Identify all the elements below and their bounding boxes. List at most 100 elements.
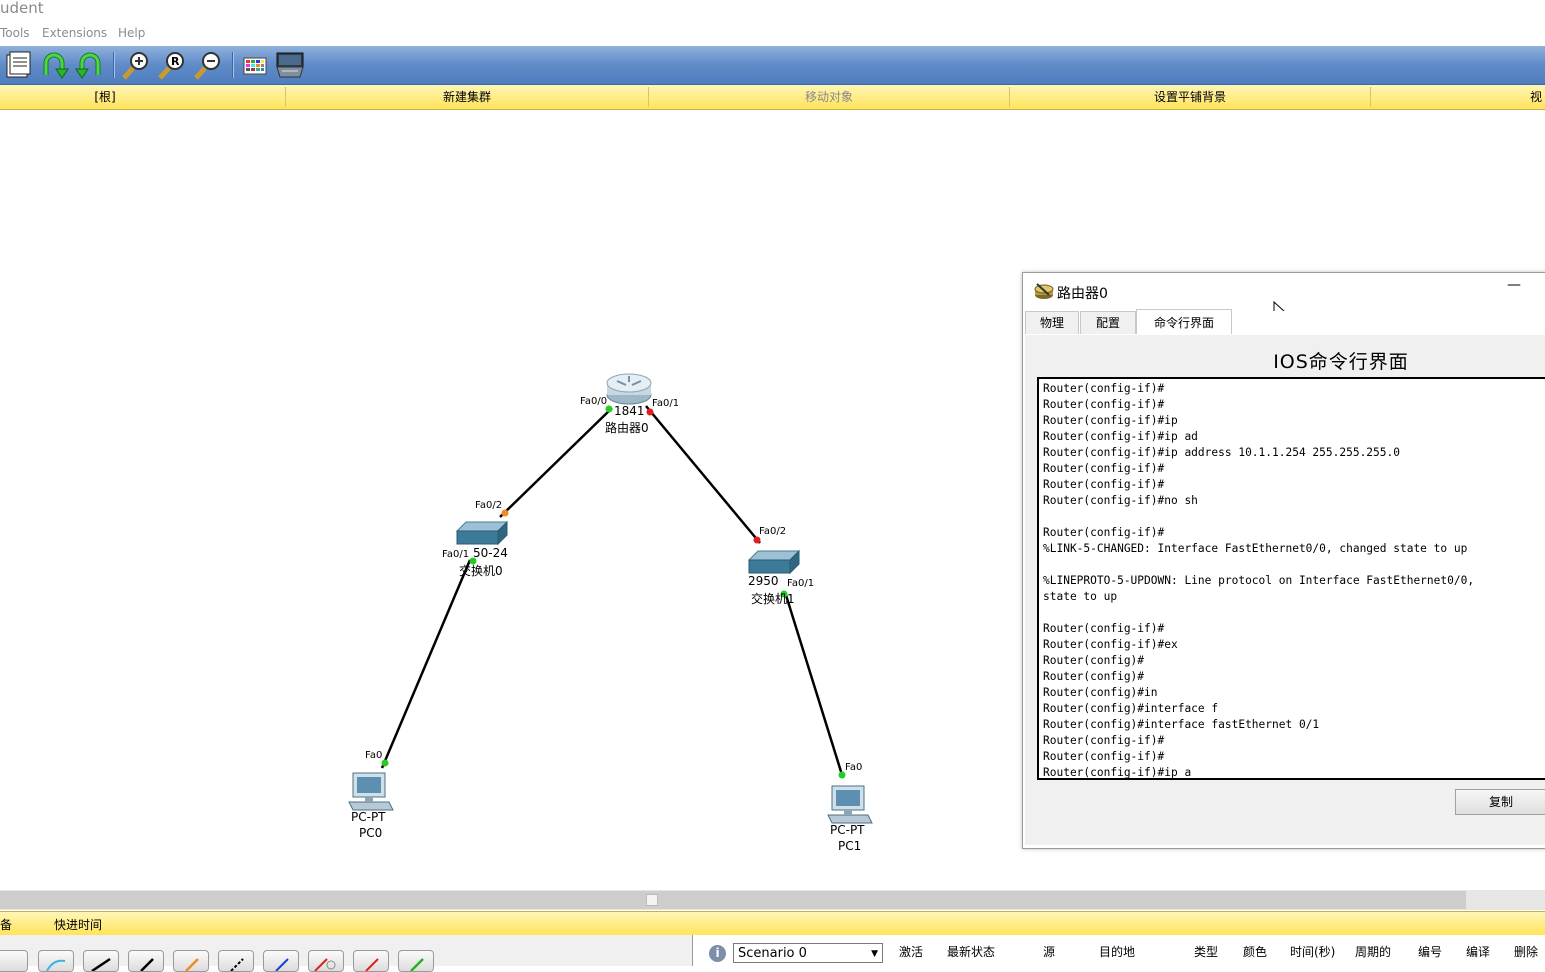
copy-button[interactable]: 复制: [1455, 789, 1545, 815]
switch1-model-label: 2950: [748, 574, 779, 588]
palette-icon[interactable]: [239, 49, 271, 81]
pdu-col-color: 颜色: [1243, 945, 1268, 959]
pc0-name-label[interactable]: PC0: [359, 826, 382, 840]
pc1-type-label: PC-PT: [830, 823, 865, 837]
switch1-port-fa02-label: Fa0/2: [759, 526, 787, 537]
switch1-icon: [747, 549, 801, 575]
router-port-fa00-label: Fa0/0: [580, 396, 608, 407]
window-title: udent: [0, 0, 44, 17]
cli-console[interactable]: Router(config-if)# Router(config-if)# Ro…: [1037, 377, 1545, 780]
realtime-mode-label[interactable]: 备: [0, 916, 12, 933]
pdu-col-destination: 目的地: [1099, 945, 1136, 959]
link-light-router-fa01: [646, 408, 654, 416]
zoom-in-icon[interactable]: [120, 49, 152, 81]
pdu-col-source: 源: [1043, 945, 1056, 959]
pdu-col-fire: 激活: [899, 945, 924, 959]
chevron-down-icon: ▼: [871, 949, 878, 959]
pdu-col-num: 编号: [1418, 945, 1443, 959]
router-config-dialog[interactable]: 路由器0 — 物理 配置 命令行界面 IOS命令行界面 Router(confi…: [1022, 272, 1545, 849]
tab-config[interactable]: 配置: [1080, 311, 1136, 334]
cable-coaxial-icon[interactable]: [263, 950, 299, 972]
move-object-button[interactable]: 移动对象: [649, 85, 1009, 109]
pc1-name-label[interactable]: PC1: [838, 839, 861, 853]
scenario-select[interactable]: Scenario 0 ▼: [733, 943, 883, 963]
cable-serial-dce-icon[interactable]: [308, 950, 344, 972]
router-icon: [606, 373, 652, 405]
undo-icon[interactable]: [38, 49, 70, 81]
workspace-scrollbar[interactable]: [0, 890, 1545, 910]
cable-serial-dte-icon[interactable]: [353, 950, 389, 972]
minimize-button[interactable]: —: [1507, 277, 1521, 293]
fast-forward-time-button[interactable]: 快进时间: [54, 916, 102, 933]
main-toolbar: R: [0, 46, 1545, 85]
switch0-port-fa02-label: Fa0/2: [475, 500, 503, 511]
cable-switch1-pc1: [783, 591, 845, 779]
redo-icon[interactable]: [74, 49, 106, 81]
toolbar-separator: [232, 52, 234, 78]
pc1-icon: [827, 785, 873, 824]
router-window-icon: [1034, 283, 1054, 299]
root-button[interactable]: [根]: [0, 85, 210, 109]
scenario-panel: i Scenario 0 ▼ 激活 最新状态 源 目的地 类型 颜色 时间(秒)…: [692, 935, 1545, 966]
scrollbar-grip[interactable]: [646, 894, 658, 906]
pdu-col-edit: 编译: [1466, 945, 1491, 959]
menu-help[interactable]: Help: [118, 26, 145, 40]
scrollbar-thumb[interactable]: [0, 891, 1466, 909]
cable-console-icon[interactable]: [38, 950, 74, 972]
zoom-reset-icon[interactable]: R: [156, 49, 188, 81]
viewport-button[interactable]: 视: [1530, 85, 1545, 109]
cable-octal-icon[interactable]: [398, 950, 434, 972]
pc0-port-label: Fa0: [365, 750, 383, 761]
router-model-label: 1841: [614, 404, 645, 418]
switch1-name-label[interactable]: 交换机1: [751, 590, 795, 607]
logical-workspace-bar: [根] 新建集群 移动对象 设置平铺背景 视: [0, 85, 1545, 110]
tab-cli[interactable]: 命令行界面: [1136, 309, 1232, 334]
cable-router-switch1: [645, 405, 761, 544]
window-title-bar: udent: [0, 0, 1545, 22]
switch0-model-label: 50-24: [473, 546, 508, 560]
pdu-col-type: 类型: [1194, 945, 1219, 959]
pc1-port-label: Fa0: [845, 762, 863, 773]
cable-straight-icon[interactable]: [83, 950, 119, 972]
pdu-col-delete: 删除: [1514, 945, 1539, 959]
cli-console-text[interactable]: Router(config-if)# Router(config-if)# Ro…: [1039, 379, 1545, 778]
cable-crossover-icon[interactable]: [128, 950, 164, 972]
router-port-fa01-label: Fa0/1: [652, 398, 680, 409]
switch1-port-fa01-label: Fa0/1: [787, 578, 815, 589]
switch0-name-label[interactable]: 交换机0: [459, 562, 503, 579]
menu-extensions[interactable]: Extensions: [42, 26, 107, 40]
pc0-icon: [348, 772, 394, 811]
dialog-title: 路由器0: [1057, 286, 1108, 302]
switch0-icon: [455, 520, 509, 546]
switch0-port-fa01-label: Fa0/1: [442, 549, 470, 560]
set-tiled-background-button[interactable]: 设置平铺背景: [1010, 85, 1370, 109]
new-cluster-button[interactable]: 新建集群: [286, 85, 648, 109]
menu-bar: Tools Extensions Help: [0, 22, 1545, 46]
toolbar-separator: [113, 52, 115, 78]
cli-heading: IOS命令行界面: [1273, 351, 1409, 373]
dialog-tabs: 物理 配置 命令行界面: [1025, 309, 1545, 336]
cable-switch0-pc0: [380, 559, 472, 769]
bar-divider: [1370, 87, 1371, 107]
cable-auto-icon[interactable]: [0, 950, 28, 972]
tab-physical[interactable]: 物理: [1025, 311, 1079, 334]
menu-tools[interactable]: Tools: [0, 26, 30, 40]
custom-device-icon[interactable]: [274, 49, 306, 81]
activity-wizard-icon[interactable]: [2, 49, 34, 81]
info-icon[interactable]: i: [709, 945, 726, 962]
zoom-out-icon[interactable]: [192, 49, 224, 81]
cable-router-switch0: [499, 407, 613, 518]
cable-phone-icon[interactable]: [218, 950, 254, 972]
pdu-col-periodic: 周期的: [1355, 945, 1392, 959]
pdu-col-last-status: 最新状态: [947, 945, 996, 959]
bottom-panel: i Scenario 0 ▼ 激活 最新状态 源 目的地 类型 颜色 时间(秒)…: [0, 935, 1545, 972]
cable-fiber-icon[interactable]: [173, 950, 209, 972]
pc0-type-label: PC-PT: [351, 810, 386, 824]
cli-panel: IOS命令行界面 Router(config-if)# Router(confi…: [1025, 335, 1545, 845]
scenario-selected-value: Scenario 0: [738, 946, 807, 961]
link-light-switch1-fa02: [753, 536, 761, 544]
link-light-switch0-fa02: [501, 509, 509, 517]
realtime-bar: 备 快进时间: [0, 911, 1545, 936]
router-name-label[interactable]: 路由器0: [605, 419, 649, 436]
link-light-pc0: [381, 759, 389, 767]
